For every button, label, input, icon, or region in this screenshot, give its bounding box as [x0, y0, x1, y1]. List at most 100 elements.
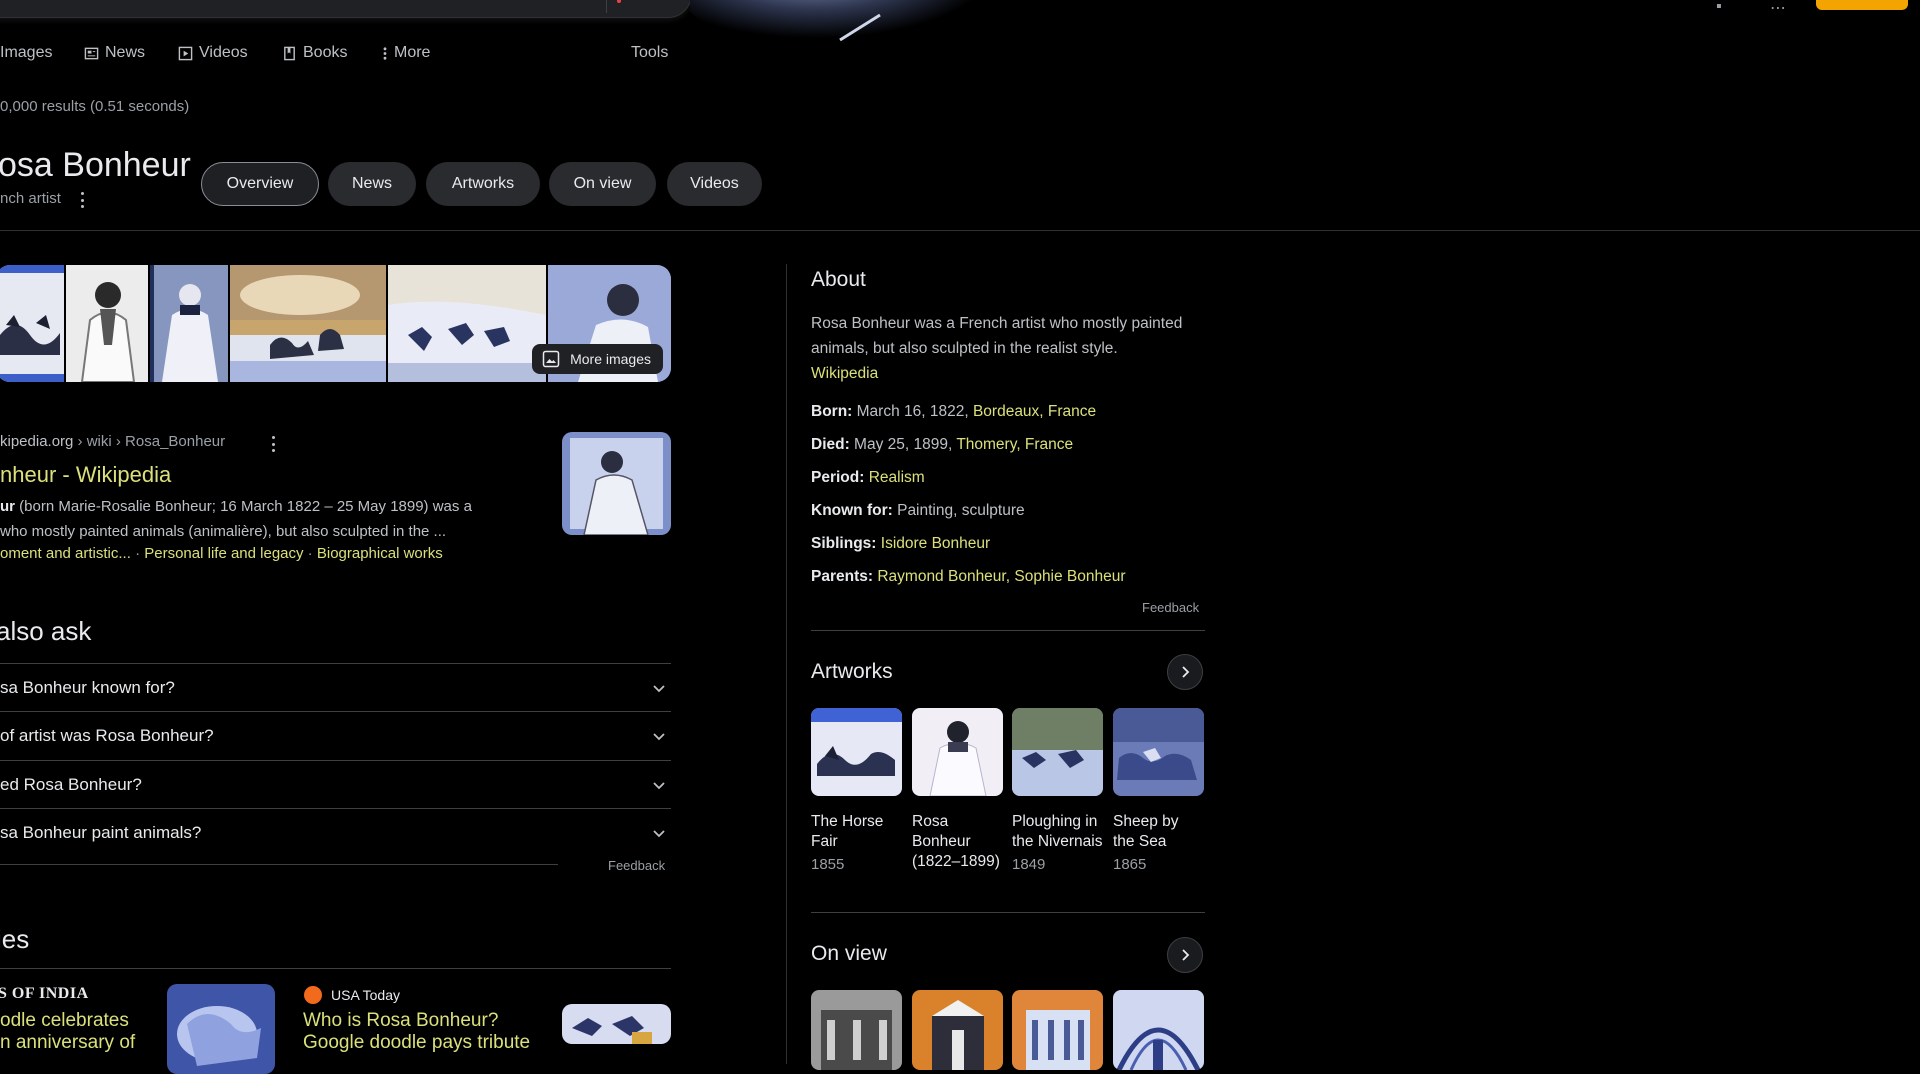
column-divider	[786, 264, 787, 1064]
result-thumbnail[interactable]	[562, 432, 671, 535]
paa-question[interactable]: sa Bonheur paint animals?	[0, 808, 671, 857]
entity-title: osa Bonheur	[0, 146, 191, 184]
on-view-next-button[interactable]	[1167, 937, 1203, 973]
search-box[interactable]	[0, 0, 692, 18]
tools-button[interactable]: Tools	[631, 44, 668, 62]
image-thumb[interactable]	[0, 265, 64, 382]
header-divider	[0, 230, 1920, 231]
chip-on-view[interactable]: On view	[549, 162, 656, 206]
sitelink[interactable]: oment and artistic...	[0, 545, 131, 562]
image-icon	[542, 350, 560, 368]
google-doodle-image[interactable]	[690, 0, 990, 50]
chevron-down-icon	[653, 685, 665, 693]
artwork-card[interactable]: Rosa Bonheur (1822–1899)	[912, 708, 1003, 876]
fact-born: Born: March 16, 1822, Bordeaux, France	[811, 403, 1097, 420]
artwork-thumbnail	[1012, 708, 1103, 796]
result-snippet: ur (born Marie-Rosalie Bonheur; 16 March…	[0, 498, 472, 540]
apps-grid-icon[interactable]: ⋯	[1770, 0, 1786, 18]
chip-artworks[interactable]: Artworks	[426, 162, 540, 206]
wikipedia-link[interactable]: Wikipedia	[811, 361, 1216, 386]
sign-in-button[interactable]	[1816, 0, 1908, 10]
chevron-down-icon	[653, 733, 665, 741]
entity-subtitle: nch artist	[0, 190, 61, 207]
paa-question[interactable]: ed Rosa Bonheur?	[0, 760, 671, 809]
sitelink[interactable]: Personal life and legacy	[144, 545, 303, 562]
on-view-thumbnail[interactable]	[811, 990, 902, 1070]
fact-link[interactable]: Bordeaux, France	[973, 403, 1096, 420]
fact-died: Died: May 25, 1899, Thomery, France	[811, 436, 1074, 453]
result-sitelinks: oment and artistic... · Personal life an…	[0, 545, 443, 562]
image-thumb[interactable]	[388, 265, 546, 382]
nav-news[interactable]: News	[84, 44, 145, 62]
chevron-down-icon	[653, 782, 665, 790]
artwork-thumbnail	[811, 708, 902, 796]
sitelink[interactable]: Biographical works	[317, 545, 443, 562]
story-headline-link[interactable]: Who is Rosa Bonheur? Google doodle pays …	[303, 1010, 530, 1054]
entity-more-icon[interactable]	[76, 192, 88, 208]
fact-link[interactable]: Realism	[869, 469, 925, 486]
paa-divider	[0, 864, 558, 865]
story-headline-link[interactable]: odle celebrates n anniversary of	[0, 1010, 135, 1054]
chip-news[interactable]: News	[328, 162, 416, 206]
fact-link[interactable]: Sophie Bonheur	[1014, 568, 1125, 585]
vertical-dots-icon	[383, 46, 387, 60]
image-thumb[interactable]	[230, 265, 386, 382]
kp-divider	[811, 912, 1205, 913]
story-source: S OF INDIA	[0, 985, 89, 1002]
book-icon	[284, 46, 295, 60]
result-citation[interactable]: kipedia.org › wiki › Rosa_Bonheur	[0, 433, 225, 450]
nav-books[interactable]: Books	[282, 44, 347, 62]
fact-link[interactable]: Isidore Bonheur	[881, 535, 990, 552]
artwork-card[interactable]: The Horse Fair 1855	[811, 708, 902, 873]
result-stats: 0,000 results (0.51 seconds)	[0, 98, 190, 115]
more-images-button[interactable]: More images	[532, 344, 663, 374]
on-view-thumbnail[interactable]	[1012, 990, 1103, 1070]
artworks-title: Artworks	[811, 660, 893, 683]
about-description: Rosa Bonheur was a French artist who mos…	[811, 311, 1216, 386]
fact-known-for: Known for: Painting, sculpture	[811, 502, 1025, 519]
artwork-thumbnail	[1113, 708, 1204, 796]
story-image[interactable]	[562, 1004, 671, 1044]
image-thumb[interactable]	[66, 265, 148, 382]
on-view-thumbnail[interactable]	[912, 990, 1003, 1070]
story-source: USA Today	[303, 985, 400, 1005]
paa-feedback-link[interactable]: Feedback	[608, 858, 665, 873]
chip-overview[interactable]: Overview	[201, 162, 319, 206]
about-title: About	[811, 268, 866, 291]
result-title-link[interactable]: nheur - Wikipedia	[0, 462, 171, 488]
on-view-thumbnail[interactable]	[1113, 990, 1204, 1070]
paa-question[interactable]: sa Bonheur known for?	[0, 663, 671, 712]
paa-title: also ask	[0, 616, 92, 646]
image-thumb[interactable]	[150, 265, 228, 382]
artworks-next-button[interactable]	[1167, 654, 1203, 690]
artwork-card[interactable]: Ploughing in the Nivernais 1849	[1012, 708, 1103, 873]
artwork-card[interactable]: Sheep by the Sea 1865	[1113, 708, 1204, 873]
story-image[interactable]	[167, 984, 275, 1074]
top-stories-title: ies	[0, 924, 30, 954]
kp-feedback-link[interactable]: Feedback	[1142, 600, 1199, 615]
chip-videos[interactable]: Videos	[667, 162, 762, 206]
on-view-title: On view	[811, 942, 887, 965]
image-strip: More images	[0, 265, 671, 382]
fact-parents: Parents: Raymond Bonheur, Sophie Bonheur	[811, 568, 1126, 585]
kp-divider	[811, 630, 1205, 631]
play-box-icon	[178, 46, 193, 60]
usa-today-logo-icon	[304, 986, 322, 1004]
mic-icon[interactable]	[617, 0, 621, 3]
top-stories-divider	[0, 968, 671, 969]
settings-icon[interactable]: ▪	[1716, 0, 1722, 16]
nav-images[interactable]: Images	[0, 44, 52, 62]
chevron-right-icon	[1182, 949, 1190, 961]
fact-link[interactable]: Raymond Bonheur	[877, 568, 1005, 585]
nav-more[interactable]: More	[382, 44, 430, 62]
newspaper-icon	[84, 47, 99, 59]
result-more-icon[interactable]	[267, 436, 279, 452]
chevron-right-icon	[1182, 666, 1190, 678]
fact-period: Period: Realism	[811, 469, 925, 486]
chevron-down-icon	[653, 830, 665, 838]
artwork-thumbnail	[912, 708, 1003, 797]
search-box-divider	[606, 0, 607, 13]
paa-question[interactable]: of artist was Rosa Bonheur?	[0, 711, 671, 760]
nav-videos[interactable]: Videos	[178, 44, 248, 62]
fact-link[interactable]: Thomery, France	[956, 436, 1073, 453]
